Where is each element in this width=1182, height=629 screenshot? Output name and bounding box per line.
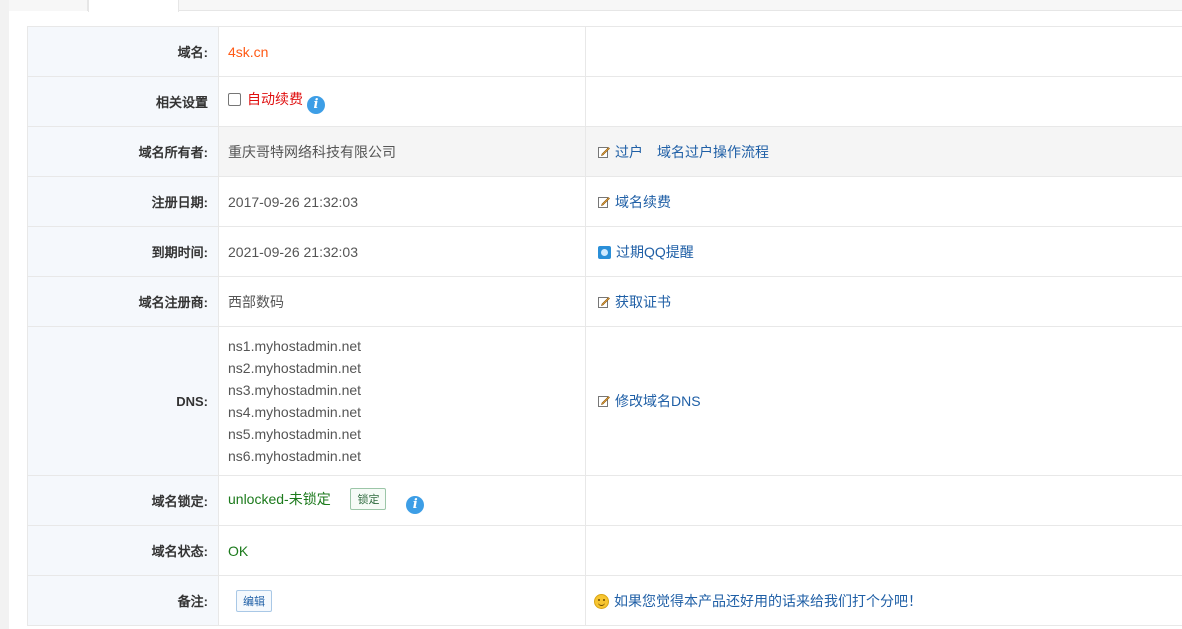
left-gutter	[0, 0, 9, 629]
rate-product-link[interactable]: 如果您觉得本产品还好用的话来给我们打个分吧！	[614, 593, 922, 609]
domain-info-table: 域名: 4sk.cn 相关设置 自动续费 i 域名所有者: 重庆哥特网络科技有限公…	[27, 26, 1182, 626]
reg-date-value: 2017-09-26 21:32:03	[218, 176, 586, 227]
smile-icon	[594, 593, 609, 609]
table-row-dns: DNS: ns1.myhostadmin.net ns2.myhostadmin…	[27, 326, 1182, 476]
lock-status: unlocked-未锁定	[228, 490, 331, 507]
action-cell: 如果您觉得本产品还好用的话来给我们打个分吧！	[585, 575, 1182, 626]
action-cell: 域名续费	[585, 176, 1182, 227]
table-row-registrar: 域名注册商: 西部数码 获取证书	[27, 276, 1182, 327]
row-label: 域名锁定:	[27, 475, 219, 526]
action-cell	[585, 475, 1182, 526]
table-row-settings: 相关设置 自动续费 i	[27, 76, 1182, 127]
row-label: 相关设置	[27, 76, 219, 127]
table-row-reg-date: 注册日期: 2017-09-26 21:32:03 域名续费	[27, 176, 1182, 227]
info-icon[interactable]: i	[307, 96, 325, 114]
row-label: 域名状态:	[27, 525, 219, 576]
registrar-value: 西部数码	[218, 276, 586, 327]
action-cell	[585, 525, 1182, 576]
action-cell	[585, 76, 1182, 127]
lock-cell: unlocked-未锁定 锁定 i	[218, 475, 586, 526]
dns-server: ns1.myhostadmin.net	[228, 338, 362, 354]
action-cell: 过期QQ提醒	[585, 226, 1182, 277]
dns-server: ns6.myhostadmin.net	[228, 448, 362, 464]
owner-value: 重庆哥特网络科技有限公司	[218, 126, 586, 177]
domain-name-value: 4sk.cn	[218, 26, 586, 77]
edit-icon	[598, 196, 610, 208]
table-row-status: 域名状态: OK	[27, 525, 1182, 576]
tab-active[interactable]	[88, 0, 179, 12]
status-cell: OK	[218, 525, 586, 576]
action-cell	[585, 26, 1182, 77]
row-label: 域名注册商:	[27, 276, 219, 327]
dns-server: ns2.myhostadmin.net	[228, 360, 362, 376]
table-row-lock: 域名锁定: unlocked-未锁定 锁定 i	[27, 475, 1182, 526]
auto-renew-label[interactable]: 自动续费	[247, 91, 303, 107]
tab-bar	[9, 0, 1182, 12]
edit-icon	[598, 396, 610, 407]
action-cell: 过户 域名过户操作流程	[585, 126, 1182, 177]
dns-server: ns4.myhostadmin.net	[228, 404, 362, 420]
row-label: 域名所有者:	[27, 126, 219, 177]
row-label: 备注:	[27, 575, 219, 626]
action-cell: 修改域名DNS	[585, 326, 1182, 476]
action-cell: 获取证书	[585, 276, 1182, 327]
remark-cell: 编辑	[218, 575, 586, 626]
edit-icon	[598, 296, 610, 308]
certificate-link[interactable]: 获取证书	[615, 294, 671, 310]
settings-cell: 自动续费 i	[218, 76, 586, 127]
dns-server: ns3.myhostadmin.net	[228, 382, 362, 398]
renew-link[interactable]: 域名续费	[615, 194, 671, 210]
lock-button[interactable]: 锁定	[350, 487, 387, 510]
status-value: OK	[228, 542, 249, 559]
dns-server: ns5.myhostadmin.net	[228, 426, 362, 442]
edit-icon	[598, 146, 610, 158]
domain-name: 4sk.cn	[228, 43, 269, 60]
table-row-exp-date: 到期时间: 2021-09-26 21:32:03 过期QQ提醒	[27, 226, 1182, 277]
qq-icon	[598, 245, 611, 259]
row-label: 到期时间:	[27, 226, 219, 277]
transfer-process-link[interactable]: 域名过户操作流程	[657, 144, 769, 160]
edit-remark-button[interactable]: 编辑	[236, 589, 272, 612]
table-row-remark: 备注: 编辑 如果您觉得本产品还好用的话来给我们打个分吧！	[27, 575, 1182, 626]
auto-renew-checkbox[interactable]	[228, 93, 241, 106]
modify-dns-link[interactable]: 修改域名DNS	[615, 393, 701, 409]
row-label: DNS:	[27, 326, 219, 476]
row-label: 注册日期:	[27, 176, 219, 227]
qq-reminder-link[interactable]: 过期QQ提醒	[616, 244, 694, 260]
tab-inactive[interactable]	[9, 0, 88, 11]
table-row-domain: 域名: 4sk.cn	[27, 26, 1182, 77]
transfer-link[interactable]: 过户	[615, 144, 643, 160]
table-row-owner: 域名所有者: 重庆哥特网络科技有限公司 过户 域名过户操作流程	[27, 126, 1182, 177]
dns-servers: ns1.myhostadmin.net ns2.myhostadmin.net …	[218, 326, 586, 476]
info-icon[interactable]: i	[406, 495, 425, 514]
exp-date-value: 2021-09-26 21:32:03	[218, 226, 586, 277]
row-label: 域名:	[27, 26, 219, 77]
